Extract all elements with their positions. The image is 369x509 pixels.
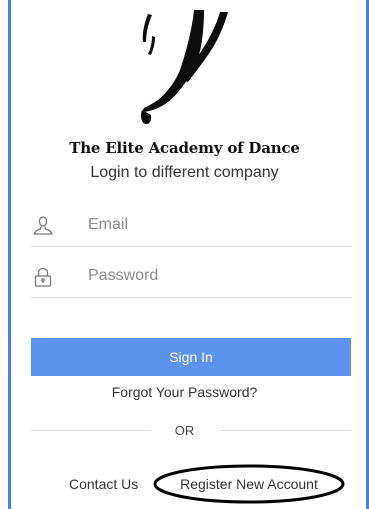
dancer-logo [128,0,248,128]
divider-right [220,430,351,431]
password-input[interactable] [88,263,343,289]
email-input[interactable] [88,212,343,238]
contact-us-link[interactable]: Contact Us [69,476,138,492]
password-field [31,257,351,298]
company-name: The Elite Academy of Dance [69,139,300,157]
register-annotation: Register New Account [151,463,347,505]
register-new-account-link[interactable]: Register New Account [151,476,347,492]
person-icon [31,214,55,238]
forgot-password-link[interactable]: Forgot Your Password? [0,384,369,400]
email-field [31,206,351,247]
sign-in-button[interactable]: Sign In [31,338,351,376]
login-subtitle: Login to different company [90,164,279,181]
lock-icon [31,265,55,289]
